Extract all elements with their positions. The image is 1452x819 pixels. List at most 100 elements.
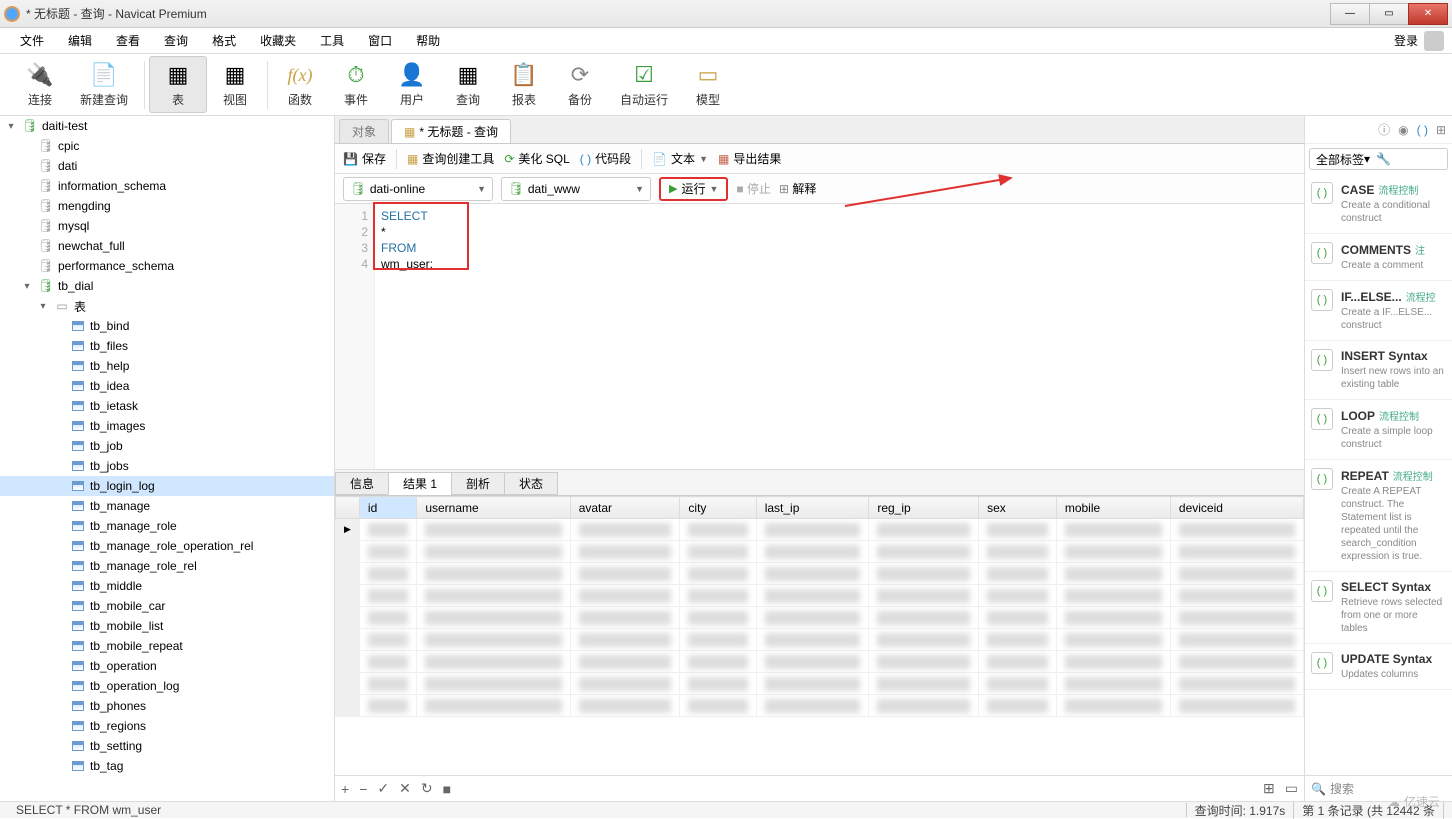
stop-load-button[interactable]: ■ — [443, 781, 451, 797]
tree-table-tb_setting[interactable]: tb_setting — [0, 736, 334, 756]
tree-table-tb_mobile_repeat[interactable]: tb_mobile_repeat — [0, 636, 334, 656]
tab-info[interactable]: 信息 — [335, 472, 389, 495]
sidebar-tree[interactable]: ▾🛢daiti-test🛢cpic🛢dati🛢information_schem… — [0, 116, 335, 801]
cancel-button[interactable]: ✕ — [399, 780, 411, 797]
tree-tables-folder[interactable]: ▾表 — [0, 296, 334, 316]
tree-table-tb_images[interactable]: tb_images — [0, 416, 334, 436]
refresh-button[interactable]: ↻ — [421, 780, 433, 797]
grid-panel-icon[interactable]: ⊞ — [1436, 123, 1446, 137]
tab-objects[interactable]: 对象 — [339, 119, 389, 143]
tool-用户[interactable]: 👤用户 — [384, 57, 440, 112]
table-row[interactable] — [336, 695, 1304, 717]
run-button[interactable]: ▶ 运行 ▼ — [659, 177, 728, 201]
tree-table-tb_bind[interactable]: tb_bind — [0, 316, 334, 336]
table-row[interactable] — [336, 607, 1304, 629]
tree-db-mysql[interactable]: 🛢mysql — [0, 216, 334, 236]
tree-table-tb_regions[interactable]: tb_regions — [0, 716, 334, 736]
tree-table-tb_manage_role[interactable]: tb_manage_role — [0, 516, 334, 536]
tree-table-tb_job[interactable]: tb_job — [0, 436, 334, 456]
schema-select[interactable]: 🛢 dati_www ▼ — [501, 177, 651, 201]
menu-format[interactable]: 格式 — [200, 28, 248, 53]
tool-报表[interactable]: 📋报表 — [496, 57, 552, 112]
tree-table-tb_manage[interactable]: tb_manage — [0, 496, 334, 516]
tree-table-tb_files[interactable]: tb_files — [0, 336, 334, 356]
tree-table-tb_help[interactable]: tb_help — [0, 356, 334, 376]
close-button[interactable]: ✕ — [1408, 3, 1448, 25]
explain-button[interactable]: ⊞ 解释 — [779, 180, 816, 197]
tree-table-tb_jobs[interactable]: tb_jobs — [0, 456, 334, 476]
tree-db-newchat_full[interactable]: 🛢newchat_full — [0, 236, 334, 256]
col-avatar[interactable]: avatar — [570, 497, 680, 519]
tree-table-tb_manage_role_rel[interactable]: tb_manage_role_rel — [0, 556, 334, 576]
table-row[interactable] — [336, 673, 1304, 695]
info-icon[interactable]: ⓘ — [1378, 121, 1390, 138]
tree-table-tb_login_log[interactable]: tb_login_log — [0, 476, 334, 496]
snippet-CASE[interactable]: ( )CASE 流程控制Create a conditional constru… — [1305, 174, 1452, 234]
tree-table-tb_idea[interactable]: tb_idea — [0, 376, 334, 396]
col-id[interactable]: id — [359, 497, 416, 519]
snippet-IF...ELSE...[interactable]: ( )IF...ELSE... 流程控Create a IF...ELSE...… — [1305, 281, 1452, 341]
tool-函数[interactable]: f(x)函数 — [272, 57, 328, 112]
menu-favorites[interactable]: 收藏夹 — [248, 28, 308, 53]
tab-query[interactable]: ▦ * 无标题 - 查询 — [391, 119, 511, 143]
tool-模型[interactable]: ▭模型 — [680, 57, 736, 112]
menu-edit[interactable]: 编辑 — [56, 28, 104, 53]
table-row[interactable] — [336, 563, 1304, 585]
col-mobile[interactable]: mobile — [1056, 497, 1170, 519]
sql-editor[interactable]: 1234 SELECT * FROM wm_user; — [335, 204, 1304, 470]
delete-row-button[interactable]: − — [359, 781, 367, 797]
login-area[interactable]: 登录 — [1394, 31, 1444, 51]
snippet-UPDATE Syntax[interactable]: ( )UPDATE Syntax Updates columns — [1305, 644, 1452, 690]
col-reg_ip[interactable]: reg_ip — [869, 497, 979, 519]
wrench-icon[interactable]: 🔧 — [1376, 152, 1391, 166]
tool-事件[interactable]: ⏱事件 — [328, 57, 384, 112]
tree-table-tb_operation_log[interactable]: tb_operation_log — [0, 676, 334, 696]
table-row[interactable] — [336, 629, 1304, 651]
tab-status[interactable]: 状态 — [504, 472, 558, 495]
tree-connection[interactable]: ▾🛢daiti-test — [0, 116, 334, 136]
eye-icon[interactable]: ◉ — [1398, 123, 1408, 137]
tree-table-tb_phones[interactable]: tb_phones — [0, 696, 334, 716]
maximize-button[interactable]: ▭ — [1369, 3, 1409, 25]
tool-表[interactable]: ▦表 — [149, 56, 207, 113]
tool-视图[interactable]: ▦视图 — [207, 57, 263, 112]
connection-select[interactable]: 🛢 dati-online ▼ — [343, 177, 493, 201]
snippet-REPEAT[interactable]: ( )REPEAT 流程控制Create A REPEAT construct.… — [1305, 460, 1452, 572]
snippet-panel-icon[interactable]: ( ) — [1417, 123, 1428, 137]
tree-db-cpic[interactable]: 🛢cpic — [0, 136, 334, 156]
tree-db-mengding[interactable]: 🛢mengding — [0, 196, 334, 216]
menu-help[interactable]: 帮助 — [404, 28, 452, 53]
tree-db-performance_schema[interactable]: 🛢performance_schema — [0, 256, 334, 276]
menu-query[interactable]: 查询 — [152, 28, 200, 53]
col-username[interactable]: username — [417, 497, 570, 519]
tool-自动运行[interactable]: ☑自动运行 — [608, 57, 680, 112]
builder-button[interactable]: ▦查询创建工具 — [407, 150, 494, 167]
grid-view-icon[interactable]: ⊞ — [1263, 780, 1275, 797]
save-button[interactable]: 💾保存 — [343, 150, 386, 167]
col-deviceid[interactable]: deviceid — [1170, 497, 1303, 519]
col-last_ip[interactable]: last_ip — [756, 497, 869, 519]
add-row-button[interactable]: + — [341, 781, 349, 797]
commit-button[interactable]: ✓ — [377, 780, 389, 797]
tree-table-tb_manage_role_operation_rel[interactable]: tb_manage_role_operation_rel — [0, 536, 334, 556]
table-row[interactable] — [336, 541, 1304, 563]
snippet-COMMENTS[interactable]: ( )COMMENTS 注Create a comment — [1305, 234, 1452, 281]
table-row[interactable]: ▶ — [336, 519, 1304, 541]
tree-table-tb_operation[interactable]: tb_operation — [0, 656, 334, 676]
sql-code[interactable]: SELECT * FROM wm_user; — [375, 204, 439, 469]
tree-table-tb_mobile_car[interactable]: tb_mobile_car — [0, 596, 334, 616]
beautify-button[interactable]: ⟳美化 SQL — [504, 150, 569, 167]
tree-db-information_schema[interactable]: 🛢information_schema — [0, 176, 334, 196]
tree-db-tb_dial[interactable]: ▾🛢tb_dial — [0, 276, 334, 296]
menu-view[interactable]: 查看 — [104, 28, 152, 53]
menu-file[interactable]: 文件 — [8, 28, 56, 53]
menu-window[interactable]: 窗口 — [356, 28, 404, 53]
snippet-SELECT Syntax[interactable]: ( )SELECT Syntax Retrieve rows selected … — [1305, 572, 1452, 644]
snippet-LOOP[interactable]: ( )LOOP 流程控制Create a simple loop constru… — [1305, 400, 1452, 460]
snippet-button[interactable]: ( )代码段 — [580, 150, 631, 167]
menu-tools[interactable]: 工具 — [308, 28, 356, 53]
tree-table-tb_ietask[interactable]: tb_ietask — [0, 396, 334, 416]
tree-table-tb_middle[interactable]: tb_middle — [0, 576, 334, 596]
export-button[interactable]: ▦导出结果 — [718, 150, 781, 167]
col-city[interactable]: city — [680, 497, 756, 519]
